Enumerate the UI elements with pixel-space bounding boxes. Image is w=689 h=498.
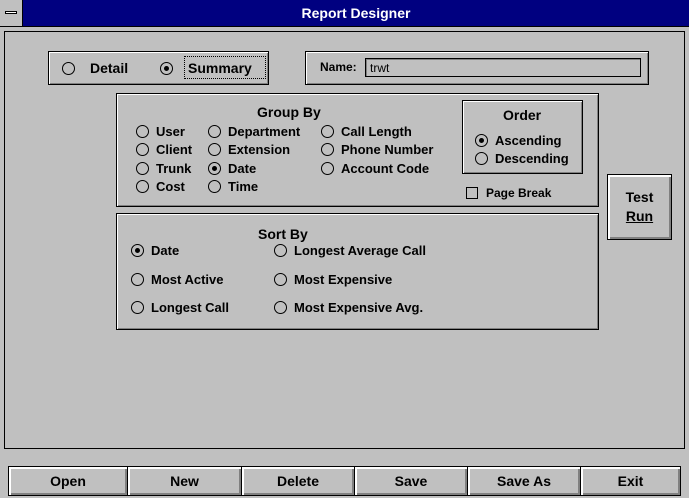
open-button[interactable]: Open [8,466,128,496]
sort-by-longest-average-call-radio[interactable]: Longest Average Call [274,242,426,258]
group-by-user-label: User [156,123,185,139]
sort-by-date-radio[interactable]: Date [131,242,179,258]
group-by-phone-number-radio[interactable]: Phone Number [321,141,433,157]
sort-by-date-circle [131,243,144,257]
window-title: Report Designer [301,5,411,21]
group-by-extension-radio[interactable]: Extension [208,141,290,157]
sort-by-most-active-label: Most Active [151,271,224,287]
order-descending-circle [475,151,488,165]
sort-by-longest-average-call-circle [274,243,287,257]
summary-focus-rect [184,56,266,79]
sort-by-most-expensive-avg-label: Most Expensive Avg. [294,299,424,315]
detail-radio-circle [62,61,75,75]
group-by-user-circle [136,124,149,138]
save-button-label: Save [394,473,428,489]
new-button-label: New [170,473,199,489]
group-by-department-radio[interactable]: Department [208,123,300,139]
system-menu-icon [5,11,17,14]
sort-by-date-label: Date [151,242,180,258]
group-by-trunk-radio[interactable]: Trunk [136,160,191,176]
group-by-time-radio[interactable]: Time [208,178,258,194]
title-bar[interactable]: Report Designer [0,0,689,27]
name-input[interactable] [365,58,641,77]
delete-button-label: Delete [276,473,320,489]
group-by-account-code-label: Account Code [341,160,430,176]
group-by-call-length-radio[interactable]: Call Length [321,123,412,139]
group-by-user-radio[interactable]: User [136,123,185,139]
group-by-client-label: Client [156,141,193,157]
group-by-department-label: Department [228,123,301,139]
group-by-cost-radio[interactable]: Cost [136,178,185,194]
name-label: Name: [320,60,357,74]
summary-radio-circle [160,61,173,75]
group-by-date-label: Date [228,160,257,176]
order-title: Order [503,107,542,123]
group-by-client-circle [136,142,149,156]
page-break-box [466,187,478,199]
exit-button-label: Exit [617,473,644,489]
detail-radio-label: Detail [90,60,129,76]
group-by-time-circle [208,179,221,193]
sort-by-most-expensive-avg-circle [274,300,287,314]
exit-button[interactable]: Exit [580,466,681,496]
save-as-button[interactable]: Save As [467,466,581,496]
order-ascending-label: Ascending [495,132,562,148]
group-by-call-length-label: Call Length [341,123,412,139]
group-by-trunk-label: Trunk [156,160,192,176]
delete-button[interactable]: Delete [241,466,355,496]
test-run-line2: Run [625,208,654,224]
group-by-account-code-radio[interactable]: Account Code [321,160,429,176]
group-by-title: Group By [257,104,321,120]
save-button[interactable]: Save [354,466,468,496]
sort-by-longest-call-circle [131,300,144,314]
sort-by-most-expensive-label: Most Expensive [294,271,393,287]
group-by-extension-label: Extension [228,141,291,157]
group-by-date-circle [208,161,221,175]
group-by-client-radio[interactable]: Client [136,141,192,157]
order-descending-label: Descending [495,150,569,166]
sort-by-longest-average-call-label: Longest Average Call [294,242,426,258]
report-designer-window: Report Designer Detail Summary Name: Gro… [0,0,689,498]
system-menu-button[interactable] [0,0,23,26]
group-by-cost-circle [136,179,149,193]
group-by-phone-number-circle [321,142,334,156]
sort-by-most-expensive-radio[interactable]: Most Expensive [274,271,392,287]
group-by-trunk-circle [136,161,149,175]
open-button-label: Open [50,473,86,489]
test-run-button[interactable]: Test Run [607,174,672,240]
sort-by-most-expensive-avg-radio[interactable]: Most Expensive Avg. [274,299,423,315]
group-by-cost-label: Cost [156,178,185,194]
group-by-call-length-circle [321,124,334,138]
group-by-extension-circle [208,142,221,156]
sort-by-most-expensive-circle [274,272,287,286]
order-ascending-circle [475,133,488,147]
bottom-toolbar: Open New Delete Save Save As Exit [0,464,689,498]
order-descending-radio[interactable]: Descending [475,150,569,166]
page-break-label: Page Break [486,186,552,200]
group-by-phone-number-label: Phone Number [341,141,434,157]
new-button[interactable]: New [127,466,242,496]
sort-by-most-active-circle [131,272,144,286]
group-by-department-circle [208,124,221,138]
sort-by-longest-call-label: Longest Call [151,299,230,315]
test-run-line1: Test [625,189,654,205]
sort-by-title: Sort By [258,226,308,242]
detail-radio[interactable]: Detail [62,60,128,76]
sort-by-most-active-radio[interactable]: Most Active [131,271,223,287]
group-by-date-radio[interactable]: Date [208,160,256,176]
order-ascending-radio[interactable]: Ascending [475,132,561,148]
page-break-checkbox[interactable]: Page Break [466,185,551,201]
group-by-time-label: Time [228,178,259,194]
sort-by-longest-call-radio[interactable]: Longest Call [131,299,229,315]
save-as-button-label: Save As [497,473,551,489]
group-by-account-code-circle [321,161,334,175]
